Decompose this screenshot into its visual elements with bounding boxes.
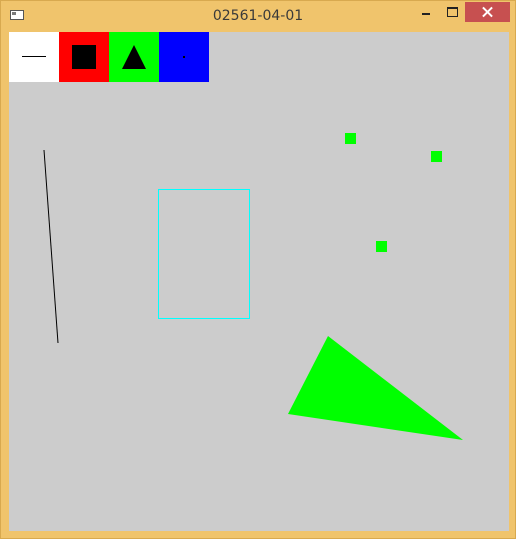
line-icon [22,56,46,57]
green-point-2 [431,151,442,162]
canvas[interactable] [9,32,509,531]
square-icon [72,45,96,69]
maximize-icon[interactable] [439,2,465,22]
line-shape [43,149,59,344]
point-icon [183,56,185,58]
cyan-rectangle [158,189,250,319]
triangle-icon [122,45,146,69]
point-tool-button[interactable] [159,32,209,82]
title-bar[interactable]: 02561-04-01 [1,1,515,31]
drawing-area[interactable] [9,32,509,531]
triangle-tool-button[interactable] [109,32,159,82]
minimize-icon[interactable] [413,2,439,22]
app-window: 02561-04-01 [0,0,516,539]
green-triangle [288,336,463,440]
close-icon[interactable] [465,2,510,22]
green-point-3 [376,241,387,252]
green-point-1 [345,133,356,144]
toolbar [9,32,209,82]
rectangle-tool-button[interactable] [59,32,109,82]
line-tool-button[interactable] [9,32,59,82]
